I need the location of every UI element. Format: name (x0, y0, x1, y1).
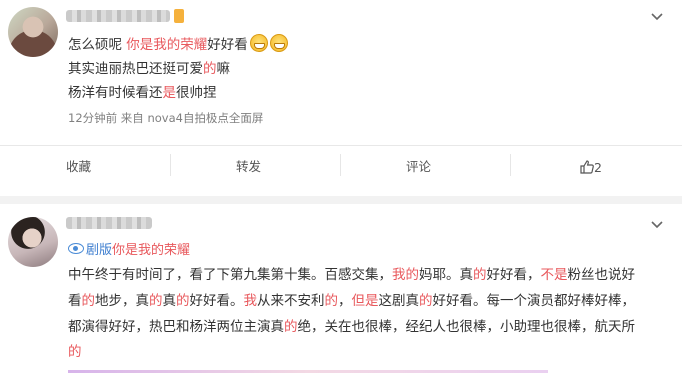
text: 很帅捏 (176, 85, 217, 101)
text: 看 (68, 293, 82, 309)
highlight: 的 (419, 293, 433, 309)
like-count: 2 (594, 160, 602, 175)
text: 地步，真 (95, 293, 149, 309)
text: 都演得好好，热巴和杨洋两位主演真 (68, 319, 284, 335)
source-title: 你是我的荣耀 (112, 243, 191, 258)
highlight: 的 (81, 293, 96, 309)
highlight: 但是 (351, 293, 379, 309)
grin-emoji-icon (249, 34, 268, 52)
text: 这剧真 (378, 293, 420, 309)
highlight: 你是我的荣耀 (126, 37, 208, 53)
post-text-line: 都演得好好，热巴和杨洋两位主演真的绝，关在也很棒，经纪人也很棒，小助理也很棒，航… (68, 318, 635, 336)
source-prefix: 剧版 (86, 243, 113, 258)
highlight: 我的 (392, 267, 419, 283)
text: 真 (162, 293, 177, 309)
collect-button[interactable]: 收藏 (66, 160, 91, 174)
text: 好好看 (207, 37, 248, 53)
divider (0, 145, 682, 146)
highlight: 是 (162, 85, 177, 101)
text: 好好看， (486, 267, 541, 283)
chevron-down-icon[interactable] (650, 10, 664, 24)
post-text-line: 怎么硕呢 你是我的荣耀好好看 (68, 34, 288, 54)
highlight: 的 (284, 319, 298, 335)
topic-source-link[interactable]: 剧版你是我的荣耀 (68, 242, 190, 260)
like-button[interactable]: 2 (580, 160, 602, 175)
username-blurred[interactable] (66, 217, 152, 229)
member-badge-icon (174, 9, 184, 23)
post-text-line: 其实迪丽热巴还挺可爱的嘛 (68, 60, 230, 78)
text: 中午终于有时间了，看了下第九集第十集。百感交集， (68, 267, 392, 283)
text: 杨洋有时候看还 (68, 85, 163, 101)
text: 妈耶。真 (419, 267, 473, 283)
text: 从来不安利 (257, 293, 325, 309)
highlight: 不是 (540, 267, 568, 283)
text: 好好看。每一个演员都好棒好棒， (432, 293, 636, 309)
comment-button[interactable]: 评论 (406, 160, 431, 174)
post-meta: 12分钟前 来自 nova4自拍极点全面屏 (68, 111, 264, 125)
text: 怎么硕呢 (68, 37, 127, 53)
avatar[interactable] (8, 217, 58, 267)
divider (340, 154, 341, 176)
divider (510, 154, 511, 176)
text: 嘛 (216, 61, 231, 77)
highlight: 的 (149, 293, 163, 309)
post-text-line: 的 (68, 343, 82, 361)
thumbs-up-icon (580, 160, 594, 174)
highlight: 我 (243, 293, 258, 309)
post-text-line: 中午终于有时间了，看了下第九集第十集。百感交集，我的妈耶。真的好好看，不是粉丝也… (68, 266, 635, 284)
highlight: 的 (203, 61, 217, 77)
eye-icon (68, 243, 84, 254)
highlight: 的 (68, 344, 82, 360)
weibo-post-2: 剧版你是我的荣耀 中午终于有时间了，看了下第九集第十集。百感交集，我的妈耶。真的… (0, 204, 682, 373)
divider (170, 154, 171, 176)
avatar[interactable] (8, 7, 58, 57)
highlight: 的 (176, 293, 190, 309)
repost-button[interactable]: 转发 (236, 160, 261, 174)
post-text-line: 看的地步，真的真的好好看。我从来不安利的，但是这剧真的好好看。每一个演员都好棒好… (68, 292, 635, 310)
text: 其实迪丽热巴还挺可爱 (68, 61, 203, 77)
highlight: 的 (473, 267, 487, 283)
username-blurred[interactable] (66, 10, 170, 22)
text: 好好看。 (189, 293, 244, 309)
post-text-line: 杨洋有时候看还是很帅捏 (68, 84, 217, 102)
text: ， (338, 293, 352, 309)
highlight: 的 (324, 293, 339, 309)
text: 绝，关在也很棒，经纪人也很棒，小助理也很棒，航天所 (297, 319, 636, 335)
chevron-down-icon[interactable] (650, 218, 664, 232)
post-separator (0, 196, 682, 204)
weibo-post-1: 怎么硕呢 你是我的荣耀好好看 其实迪丽热巴还挺可爱的嘛 杨洋有时候看还是很帅捏 … (0, 0, 682, 196)
text: 粉丝也说好 (567, 267, 636, 283)
grin-emoji-icon (269, 34, 288, 52)
